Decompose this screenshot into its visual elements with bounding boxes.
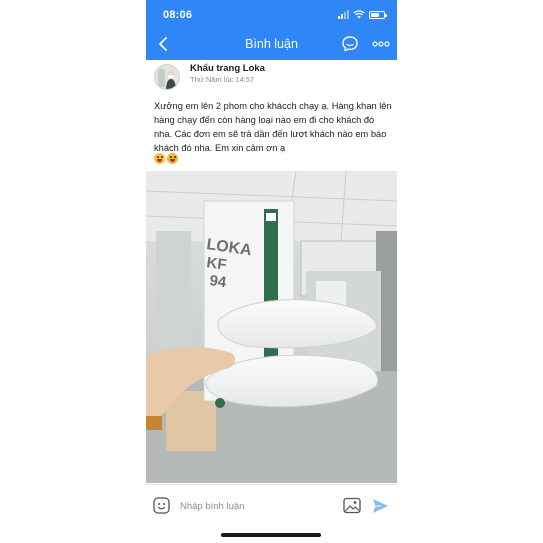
post-text: Xưởng em lên 2 phom cho khácch chạy ạ. H… (154, 101, 392, 153)
comment-button[interactable] (341, 35, 359, 53)
comment-input[interactable] (180, 496, 330, 516)
comment-bubble-icon (342, 36, 358, 52)
status-time: 08:06 (163, 9, 193, 21)
comment-composer (146, 484, 397, 528)
more-button[interactable] (371, 37, 391, 51)
post-author[interactable]: Khẩu trang Loka (190, 63, 265, 74)
more-dots-icon (372, 41, 390, 47)
image-icon (343, 497, 361, 514)
top-bar: 08:06 Bình luận (146, 0, 397, 60)
svg-text:94: 94 (208, 272, 228, 291)
svg-text:KF: KF (205, 254, 227, 274)
phone-screen: 08:06 Bình luận Khẩu trang Loka Thứ Năm … (146, 0, 397, 543)
wifi-icon (353, 10, 365, 19)
emoji-icon (153, 497, 170, 514)
photo-image: LOKA KF 94 (146, 171, 397, 483)
image-button[interactable] (343, 497, 361, 514)
send-icon (373, 499, 388, 513)
page-title: Bình luận (245, 37, 298, 51)
emoji-button[interactable] (153, 497, 170, 514)
post-photo[interactable]: LOKA KF 94 (146, 171, 397, 483)
kissing-wink-emoji (167, 153, 178, 164)
avatar-image (155, 65, 179, 89)
signal-icon (338, 10, 349, 19)
battery-icon (369, 10, 387, 19)
grinning-tongue-emoji (154, 153, 165, 164)
home-indicator (221, 533, 321, 537)
post-emojis (154, 153, 178, 164)
avatar[interactable] (154, 64, 180, 90)
post-time: Thứ Năm lúc 14:57 (190, 75, 255, 84)
send-button[interactable] (372, 498, 389, 514)
status-icons (338, 10, 387, 19)
